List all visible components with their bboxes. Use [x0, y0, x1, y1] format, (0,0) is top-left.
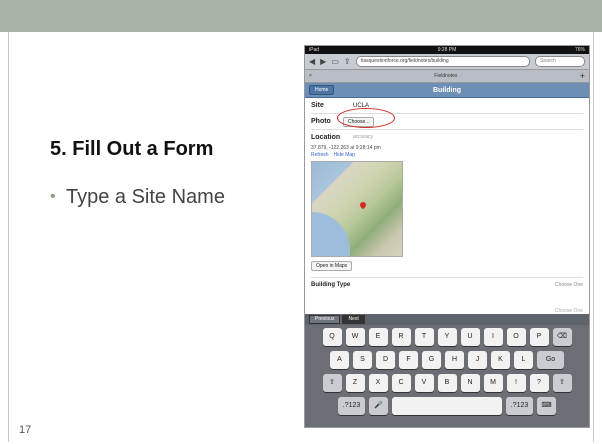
bookmarks-icon[interactable]: ▭: [331, 57, 339, 66]
backspace-key[interactable]: ⌫: [552, 328, 572, 346]
hide-map-link[interactable]: Hide Map: [334, 152, 355, 158]
keyboard-row-3: ⇧ Z X C V B N M ! ? ⇧: [308, 374, 586, 392]
status-time: 9:28 PM: [437, 47, 457, 53]
key[interactable]: A: [330, 351, 349, 369]
key[interactable]: W: [345, 328, 365, 346]
choose-one-label[interactable]: Choose One: [555, 282, 583, 288]
site-label: Site: [311, 102, 324, 109]
location-map[interactable]: [311, 161, 403, 257]
status-device: iPad: [309, 47, 320, 53]
building-type-row[interactable]: Building Type Choose One: [311, 277, 583, 292]
key[interactable]: D: [376, 351, 395, 369]
keyboard-row-4: .?123 🎤 .?123 ⌨: [308, 397, 586, 415]
new-tab-icon[interactable]: +: [580, 71, 585, 81]
key[interactable]: Z: [345, 374, 365, 392]
onscreen-keyboard: Q W E R T Y U I O P ⌫ A S D F G H J K L …: [305, 325, 589, 427]
building-type-label: Building Type: [311, 282, 351, 288]
nav-title: Building: [433, 86, 461, 94]
key[interactable]: S: [353, 351, 372, 369]
key[interactable]: F: [399, 351, 418, 369]
browser-toolbar: ◀ ▶ ▭ ⇪ hasquestionforce.org/fieldnotes/…: [305, 54, 589, 70]
building-form: Site UCLA Photo Choose... Location accur…: [305, 98, 589, 292]
key[interactable]: Y: [437, 328, 457, 346]
forward-icon[interactable]: ▶: [320, 57, 326, 66]
search-field[interactable]: Search: [535, 56, 585, 67]
key[interactable]: L: [514, 351, 533, 369]
keyboard-accessory-bar: Previous Next: [305, 314, 589, 325]
key[interactable]: O: [506, 328, 526, 346]
key[interactable]: C: [391, 374, 411, 392]
location-coords: 37.879, -122.263 at 9:28:14 pm: [311, 145, 381, 151]
slide-number: 17: [19, 424, 32, 436]
ipad-screenshot: iPad 9:28 PM 76% ◀ ▶ ▭ ⇪ hasquestionforc…: [304, 45, 590, 428]
refresh-link[interactable]: Refresh: [311, 152, 329, 158]
back-icon[interactable]: ◀: [309, 57, 315, 66]
key[interactable]: !: [506, 374, 526, 392]
tab-title[interactable]: Fieldnotes: [434, 73, 457, 79]
go-key[interactable]: Go: [537, 351, 564, 369]
key[interactable]: X: [368, 374, 388, 392]
key[interactable]: T: [414, 328, 434, 346]
key[interactable]: K: [491, 351, 510, 369]
tab-close-icon[interactable]: ×: [309, 73, 312, 79]
location-label: Location: [311, 133, 341, 141]
slide-header-bar: [0, 0, 602, 32]
keyboard-row-2: A S D F G H J K L Go: [308, 351, 586, 369]
previous-button[interactable]: Previous: [309, 315, 341, 324]
slide-title: 5. Fill Out a Form: [50, 138, 214, 160]
share-icon[interactable]: ⇪: [344, 57, 351, 66]
map-links: Refresh Hide Map: [311, 152, 583, 158]
key[interactable]: V: [414, 374, 434, 392]
numbers-key[interactable]: .?123: [338, 397, 365, 415]
shift-key[interactable]: ⇧: [552, 374, 572, 392]
app-navbar: Home Building: [305, 83, 589, 98]
key[interactable]: B: [437, 374, 457, 392]
key[interactable]: Q: [322, 328, 342, 346]
key[interactable]: N: [460, 374, 480, 392]
space-key[interactable]: [392, 397, 502, 415]
status-battery: 76%: [574, 47, 585, 53]
key[interactable]: ?: [529, 374, 549, 392]
location-hint: accuracy: [353, 134, 374, 140]
bullet-text: Type a Site Name: [66, 186, 225, 208]
key[interactable]: R: [391, 328, 411, 346]
dictation-icon[interactable]: 🎤: [369, 397, 388, 415]
keyboard-row-1: Q W E R T Y U I O P ⌫: [308, 328, 586, 346]
key[interactable]: I: [483, 328, 503, 346]
tab-bar: × Fieldnotes +: [305, 70, 589, 83]
key[interactable]: P: [529, 328, 549, 346]
key[interactable]: H: [445, 351, 464, 369]
bullet-dot-icon: •: [50, 188, 56, 205]
key[interactable]: J: [468, 351, 487, 369]
ios-status-bar: iPad 9:28 PM 76%: [305, 46, 589, 54]
bullet-item: • Type a Site Name: [50, 185, 230, 209]
map-pin-icon: [358, 200, 368, 210]
hide-keyboard-icon[interactable]: ⌨: [537, 397, 556, 415]
key[interactable]: E: [368, 328, 388, 346]
key[interactable]: G: [422, 351, 441, 369]
open-in-maps-button[interactable]: Open in Maps: [311, 261, 353, 271]
key[interactable]: M: [483, 374, 503, 392]
key[interactable]: U: [460, 328, 480, 346]
map-water: [312, 212, 350, 256]
location-row: Location accuracy: [311, 130, 583, 144]
shift-key[interactable]: ⇧: [322, 374, 342, 392]
numbers-key[interactable]: .?123: [506, 397, 533, 415]
highlight-ellipse: [337, 108, 395, 128]
url-field[interactable]: hasquestionforce.org/fieldnotes/building: [355, 56, 530, 67]
next-button[interactable]: Next: [342, 315, 365, 324]
